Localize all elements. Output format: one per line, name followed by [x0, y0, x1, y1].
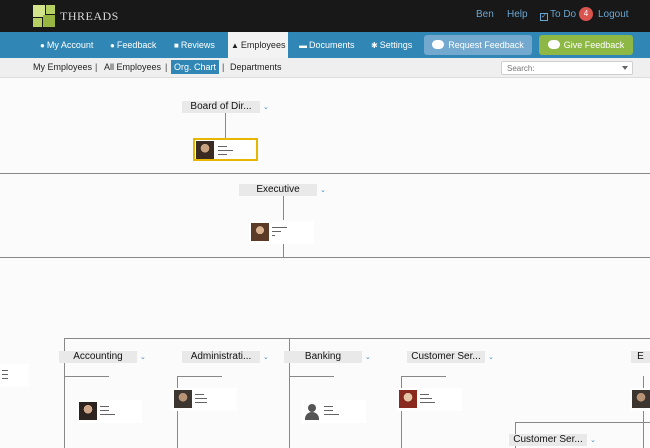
avatar: [174, 390, 192, 408]
avatar: [251, 223, 269, 241]
todo-label: To Do: [550, 9, 577, 20]
folder-icon: ▬: [299, 41, 307, 50]
dept-banking[interactable]: Banking: [284, 351, 362, 363]
nav-documents[interactable]: ▬ Documents: [299, 32, 355, 58]
todo-count-badge: 4: [579, 7, 593, 21]
dept-board-of-directors[interactable]: Board of Dir...: [182, 101, 260, 113]
chevron-down-icon[interactable]: ⌄: [140, 354, 146, 362]
branch-line: [401, 376, 446, 377]
brand-name[interactable]: THREADS: [60, 9, 119, 24]
nav-employees[interactable]: ▲ Employees: [228, 32, 289, 58]
top-bar: THREADS Ben Help ✓ To Do 4 Logout: [0, 0, 650, 32]
user-menu-link[interactable]: Ben: [476, 9, 494, 20]
subnav-all-employees[interactable]: All Employees: [104, 62, 161, 72]
subnav-departments[interactable]: Departments: [230, 62, 282, 72]
connector-line: [401, 376, 402, 448]
user-icon: ●: [40, 41, 45, 50]
employee-card[interactable]: ▬▬ ▬▬ ▬▬: [0, 364, 29, 387]
employee-card[interactable]: ▬▬▬▬▬▬▬▬▬▬▬: [77, 400, 142, 423]
nav-settings[interactable]: ✱ Settings: [371, 32, 412, 58]
branch-line: [515, 422, 650, 423]
connector-line: [283, 243, 284, 257]
dept-customer-service[interactable]: Customer Ser...: [407, 351, 485, 363]
request-feedback-button[interactable]: Request Feedback: [424, 35, 532, 55]
employee-info: ▬▬▬▬▬▬▬▬▬▬▬: [324, 404, 339, 416]
nav-feedback[interactable]: ● Feedback: [110, 32, 156, 58]
employee-card[interactable]: ▬▬▬▬▬▬▬▬▬▬▬: [172, 388, 237, 411]
branch-line: [64, 376, 109, 377]
gear-icon: ✱: [371, 41, 378, 50]
document-icon: ■: [174, 41, 179, 50]
chevron-down-icon[interactable]: [622, 66, 628, 70]
tier-divider: [0, 173, 650, 174]
default-avatar-icon: [303, 402, 321, 420]
todo-link[interactable]: ✓ To Do: [540, 9, 576, 21]
avatar: [196, 141, 214, 159]
dept-customer-service-sub[interactable]: Customer Ser...: [509, 434, 587, 446]
subnav-org-chart[interactable]: Org. Chart: [171, 60, 220, 74]
give-feedback-button[interactable]: Give Feedback: [539, 35, 633, 55]
help-link[interactable]: Help: [507, 9, 528, 20]
employee-info: ▬▬ ▬▬ ▬▬: [2, 368, 8, 380]
speech-bubble-icon: [432, 40, 445, 49]
chevron-down-icon[interactable]: ⌄: [590, 437, 596, 445]
subnav-separator: |: [95, 62, 98, 72]
chat-bubble-icon: ●: [110, 41, 115, 50]
chevron-down-icon[interactable]: ⌄: [320, 187, 326, 195]
connector-line: [643, 376, 644, 448]
logout-link[interactable]: Logout: [598, 9, 629, 20]
checkbox-icon: ✓: [540, 13, 548, 21]
employee-card[interactable]: [630, 388, 650, 411]
dept-administration[interactable]: Administrati...: [182, 351, 260, 363]
employee-card[interactable]: ▬▬▬▬▬▬▬▬▬▬▬: [301, 400, 366, 423]
chevron-down-icon[interactable]: ⌄: [365, 354, 371, 362]
employee-card[interactable]: ▬▬▬▬▬▬▬▬▬▬▬: [193, 138, 258, 161]
employee-info: ▬▬▬▬▬▬▬▬▬▬▬: [218, 144, 233, 156]
subnav-separator: |: [222, 62, 225, 72]
avatar: [632, 390, 650, 408]
employee-info: ▬▬▬▬▬▬▬▬▬▬▬: [100, 404, 115, 416]
chevron-down-icon[interactable]: ⌄: [263, 354, 269, 362]
nav-reviews[interactable]: ■ Reviews: [174, 32, 215, 58]
dept-executive[interactable]: Executive: [239, 184, 317, 196]
nav-my-account[interactable]: ● My Account: [40, 32, 93, 58]
chevron-down-icon[interactable]: ⌄: [488, 354, 494, 362]
avatar: [79, 402, 97, 420]
dept-partial[interactable]: E: [631, 351, 650, 363]
main-nav: ● My Account ● Feedback ■ Reviews ▲ Employee…: [0, 32, 650, 58]
chevron-down-icon[interactable]: ⌄: [263, 104, 269, 112]
employee-card[interactable]: ▬▬▬▬▬ ▬▬▬ ▬: [249, 221, 314, 244]
branch-line: [64, 338, 650, 339]
dept-accounting[interactable]: Accounting: [59, 351, 137, 363]
branch-line: [289, 376, 334, 377]
threads-logo-icon[interactable]: [33, 5, 55, 27]
connector-line: [283, 195, 284, 220]
search-input[interactable]: [501, 61, 633, 75]
avatar: [399, 390, 417, 408]
subnav-my-employees[interactable]: My Employees: [33, 62, 92, 72]
branch-line: [177, 376, 222, 377]
employee-info: ▬▬▬▬▬ ▬▬▬ ▬: [272, 225, 287, 237]
employee-card[interactable]: ▬▬▬ ▬▬▬▬ ▬▬▬▬▬: [397, 388, 462, 411]
employee-info: ▬▬▬▬▬▬▬▬▬▬▬: [195, 392, 207, 404]
tier-divider: [0, 257, 650, 258]
speech-bubble-icon: [547, 40, 560, 49]
org-chart-icon: ▲: [231, 41, 239, 50]
employee-info: ▬▬▬ ▬▬▬▬ ▬▬▬▬▬: [420, 392, 435, 404]
connector-line: [177, 376, 178, 448]
connector-line: [225, 113, 226, 138]
subnav-separator: |: [165, 62, 168, 72]
